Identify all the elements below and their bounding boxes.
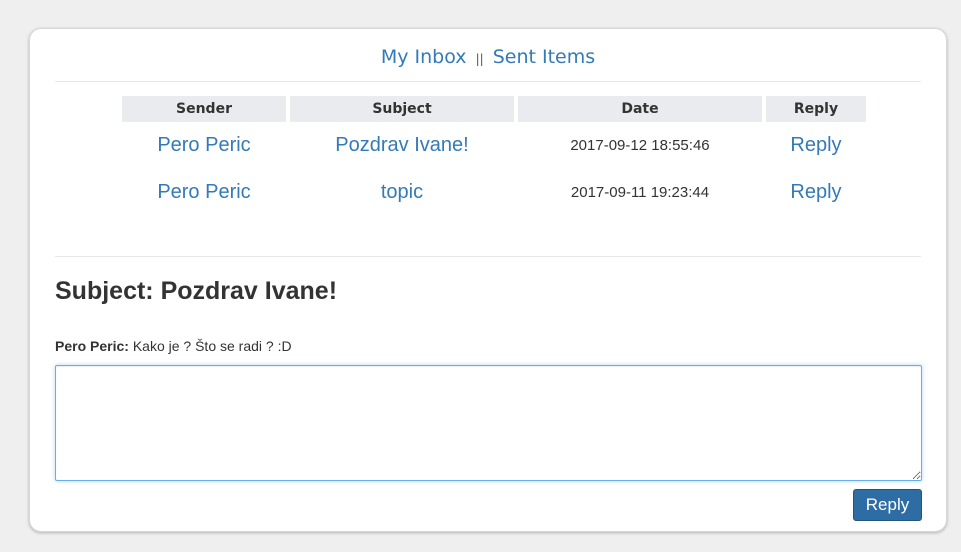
table-row: Pero Peric topic 2017-09-11 19:23:44 Rep…	[122, 168, 866, 216]
table-row: Pero Peric Pozdrav Ivane! 2017-09-12 18:…	[122, 122, 866, 168]
subject-link[interactable]: topic	[290, 168, 514, 216]
column-header-date: Date	[518, 96, 762, 122]
message-line: Pero Peric: Kako je ? Što se radi ? :D	[55, 338, 292, 354]
message-subject-heading: Subject: Pozdrav Ivane!	[55, 277, 338, 305]
message-card: My Inbox || Sent Items Sender Subject Da…	[29, 28, 947, 532]
nav-separator: ||	[475, 52, 484, 66]
date-cell: 2017-09-12 18:55:46	[570, 136, 710, 154]
column-header-sender: Sender	[122, 96, 286, 122]
my-inbox-link[interactable]: My Inbox	[381, 46, 467, 68]
table-header-row: Sender Subject Date Reply	[122, 96, 866, 122]
reply-link[interactable]: Reply	[766, 122, 866, 168]
sender-link[interactable]: Pero Peric	[122, 168, 286, 216]
column-header-reply: Reply	[766, 96, 866, 122]
divider	[55, 81, 921, 82]
reply-link[interactable]: Reply	[766, 168, 866, 216]
reply-textarea[interactable]	[55, 365, 922, 481]
messages-table: Sender Subject Date Reply Pero Peric Poz…	[118, 96, 870, 216]
message-body: Kako je ? Što se radi ? :D	[132, 338, 292, 354]
message-author: Pero Peric:	[55, 338, 129, 354]
mailbox-nav: My Inbox || Sent Items	[30, 43, 946, 73]
column-header-subject: Subject	[290, 96, 514, 122]
sent-items-link[interactable]: Sent Items	[493, 46, 595, 68]
date-cell: 2017-09-11 19:23:44	[570, 183, 710, 201]
subject-link[interactable]: Pozdrav Ivane!	[290, 122, 514, 168]
sender-link[interactable]: Pero Peric	[122, 122, 286, 168]
reply-button[interactable]: Reply	[853, 489, 922, 521]
divider	[55, 256, 921, 257]
